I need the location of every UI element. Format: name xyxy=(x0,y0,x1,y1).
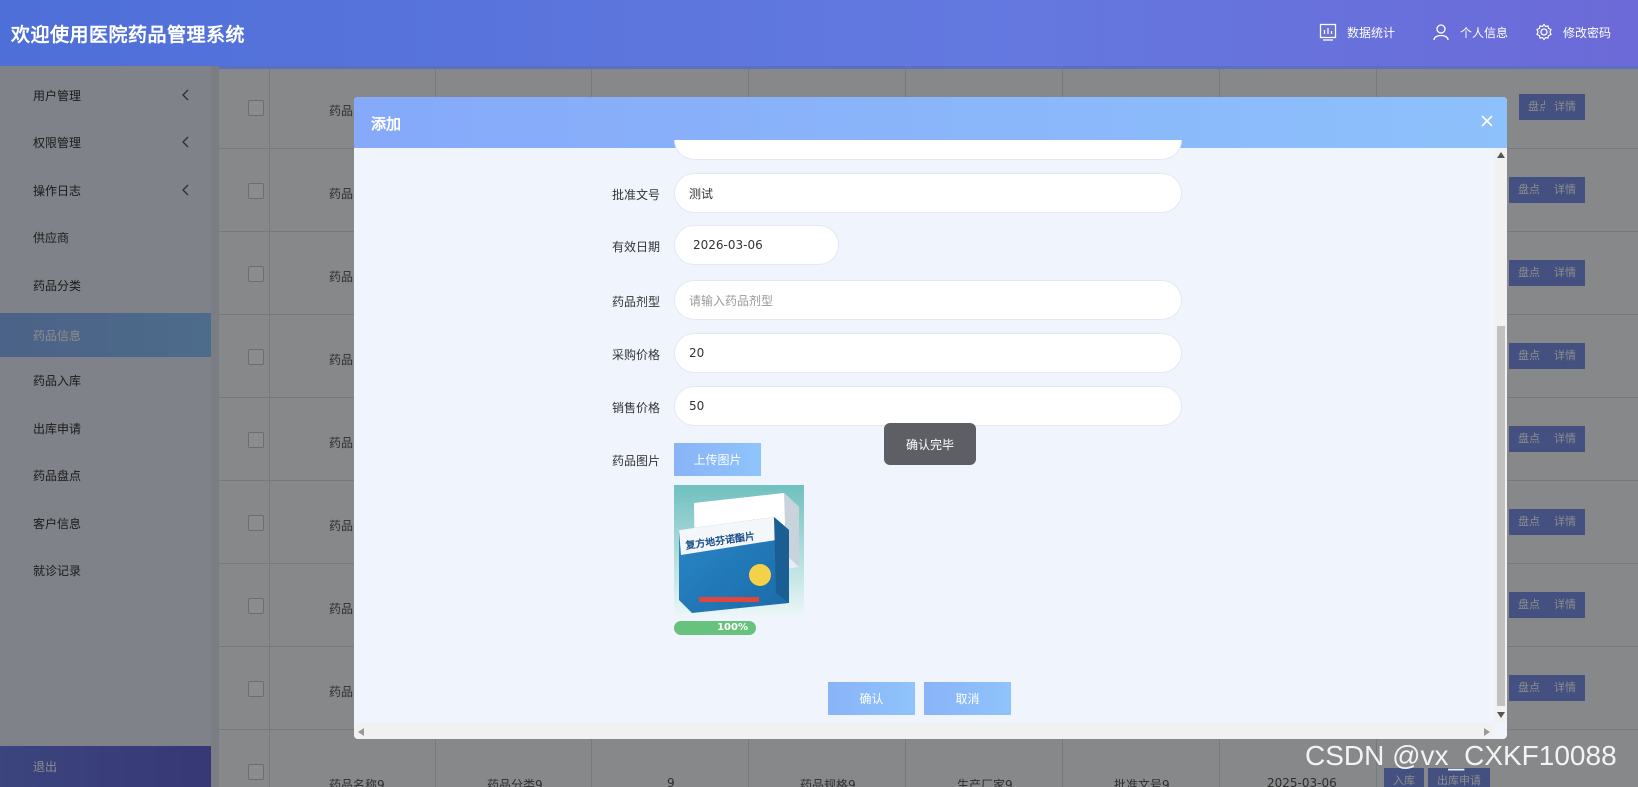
drug-image-label: 药品图片 xyxy=(612,454,661,468)
approval-number-input[interactable]: 测试 xyxy=(674,173,1182,213)
previous-field-input[interactable] xyxy=(674,140,1182,160)
scroll-left-icon[interactable] xyxy=(358,728,364,736)
purchase-price-input[interactable]: 20 xyxy=(674,333,1182,373)
scroll-down-icon[interactable] xyxy=(1497,712,1505,718)
top-header: 欢迎使用医院药品管理系统 数据统计 个人信息 修改密码 xyxy=(0,0,1638,66)
upload-image-button[interactable]: 上传图片 xyxy=(674,443,761,476)
dialog-title: 添加 xyxy=(371,115,402,133)
add-drug-dialog: 添加 批准文号 测试 有效日期 2026-03-06 药品剂型 请输入药品剂型 … xyxy=(354,97,1507,739)
close-icon[interactable] xyxy=(1480,114,1494,128)
sale-price-input[interactable]: 50 xyxy=(674,386,1182,426)
uploaded-drug-image[interactable]: 复方地芬诺酯片 xyxy=(674,485,804,615)
nav-data-stats[interactable]: 数据统计 xyxy=(1319,23,1395,41)
dialog-body: 批准文号 测试 有效日期 2026-03-06 药品剂型 请输入药品剂型 采购价… xyxy=(354,140,1497,722)
purchase-price-label: 采购价格 xyxy=(612,348,661,362)
nav-profile-label: 个人信息 xyxy=(1460,25,1509,40)
nav-profile[interactable]: 个人信息 xyxy=(1432,23,1508,41)
nav-data-stats-label: 数据统计 xyxy=(1347,25,1396,40)
sale-price-label: 销售价格 xyxy=(612,401,661,415)
watermark: CSDN @vx_CXKF10088 xyxy=(1305,740,1617,771)
approval-number-label: 批准文号 xyxy=(612,188,661,202)
vertical-scroll-thumb[interactable] xyxy=(1497,326,1505,706)
medicine-box-image: 复方地芬诺酯片 xyxy=(674,485,804,615)
app-title: 欢迎使用医院药品管理系统 xyxy=(11,24,246,46)
vertical-scrollbar[interactable] xyxy=(1495,148,1507,722)
upload-progress-bar: 100% xyxy=(674,621,756,635)
expiry-date-input[interactable]: 2026-03-06 xyxy=(674,225,839,265)
content-top-border xyxy=(219,66,1638,69)
dosage-form-input[interactable]: 请输入药品剂型 xyxy=(674,280,1182,320)
chart-icon xyxy=(1319,23,1337,41)
confirm-button[interactable]: 确认 xyxy=(828,682,915,715)
dosage-form-label: 药品剂型 xyxy=(612,295,661,309)
scroll-right-icon[interactable] xyxy=(1484,728,1490,736)
gear-icon xyxy=(1536,23,1552,41)
nav-change-password[interactable]: 修改密码 xyxy=(1535,23,1611,41)
scroll-up-icon[interactable] xyxy=(1497,152,1505,158)
user-icon xyxy=(1433,24,1449,41)
cancel-button[interactable]: 取消 xyxy=(924,682,1011,715)
toast-message: 确认完毕 xyxy=(884,423,976,465)
horizontal-scrollbar[interactable] xyxy=(354,723,1495,739)
upload-progress-text: 100% xyxy=(717,622,748,633)
nav-change-password-label: 修改密码 xyxy=(1563,25,1612,40)
expiry-date-label: 有效日期 xyxy=(612,240,661,254)
